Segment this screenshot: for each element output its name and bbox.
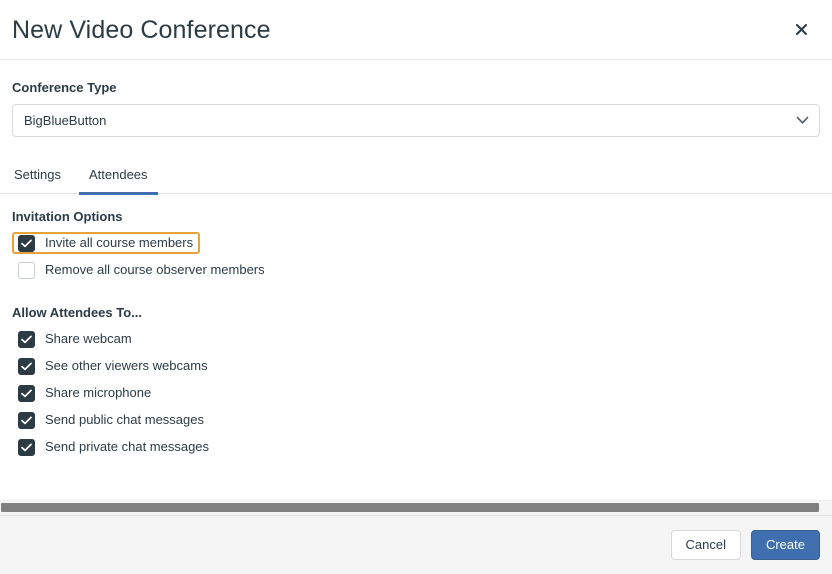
tab-settings[interactable]: Settings [0, 161, 75, 194]
checked-checkbox-icon [18, 357, 35, 375]
page-title: New Video Conference [12, 16, 271, 44]
checked-checkbox-icon [18, 384, 35, 402]
unchecked-checkbox-icon [18, 261, 35, 279]
horizontal-scrollbar[interactable] [0, 500, 832, 515]
checkbox-label: Share webcam [45, 331, 132, 346]
conference-type-field: Conference Type BigBlueButton [0, 60, 832, 137]
conference-type-select-wrapper: BigBlueButton [12, 104, 820, 137]
checkbox-share-webcam[interactable]: Share webcam [12, 328, 139, 350]
dialog-footer: Cancel Create [0, 515, 832, 574]
checkbox-label: See other viewers webcams [45, 358, 208, 373]
conference-type-label: Conference Type [12, 80, 117, 95]
checkbox-see-other-viewers-webcams[interactable]: See other viewers webcams [12, 355, 215, 377]
checked-checkbox-icon [18, 234, 35, 252]
checked-checkbox-icon [18, 411, 35, 429]
allow-attendees-title: Allow Attendees To... [12, 305, 143, 320]
dialog-header: New Video Conference [0, 0, 832, 60]
dialog-body: Conference Type BigBlueButton Settings A… [0, 60, 832, 515]
checkbox-label: Send private chat messages [45, 439, 210, 454]
checkbox-label: Invite all course members [45, 235, 194, 250]
new-video-conference-dialog: New Video Conference Conference Type Big… [0, 0, 832, 574]
cancel-button[interactable]: Cancel [670, 530, 741, 560]
horizontal-scrollbar-thumb[interactable] [1, 503, 819, 512]
tab-attendees[interactable]: Attendees [75, 161, 162, 195]
checked-checkbox-icon [18, 438, 35, 456]
checkbox-label: Remove all course observer members [45, 262, 265, 277]
checkbox-remove-all-course-observer-members[interactable]: Remove all course observer members [12, 259, 272, 281]
attendees-options-panel: Invitation Options Invite all course mem… [0, 194, 832, 458]
checkbox-label: Share microphone [45, 385, 152, 400]
invitation-options-title: Invitation Options [12, 209, 123, 224]
close-icon[interactable] [786, 14, 816, 44]
checkbox-send-private-chat-messages[interactable]: Send private chat messages [12, 436, 216, 458]
checkbox-label: Send public chat messages [45, 412, 204, 427]
checkbox-send-public-chat-messages[interactable]: Send public chat messages [12, 409, 211, 431]
create-button[interactable]: Create [750, 530, 820, 560]
checkbox-invite-all-course-members[interactable]: Invite all course members [12, 232, 201, 254]
checkbox-share-microphone[interactable]: Share microphone [12, 382, 158, 404]
conference-type-select[interactable]: BigBlueButton [12, 104, 820, 137]
dialog-tabs: Settings Attendees [0, 161, 832, 195]
checked-checkbox-icon [18, 330, 35, 348]
